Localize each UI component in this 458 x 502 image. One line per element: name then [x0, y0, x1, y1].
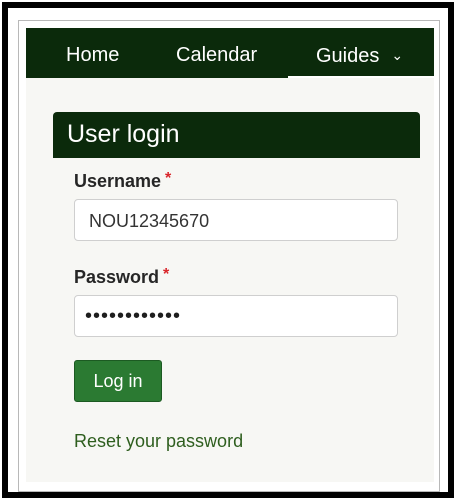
login-button[interactable]: Log in — [74, 360, 162, 402]
username-field[interactable]: NOU12345670 — [74, 199, 398, 241]
required-marker: * — [163, 266, 170, 283]
password-label: Password * — [74, 266, 169, 288]
username-value: NOU12345670 — [89, 211, 210, 231]
required-marker: * — [165, 170, 172, 187]
nav-home[interactable]: Home — [66, 28, 119, 78]
nav-calendar[interactable]: Calendar — [176, 28, 257, 78]
reset-password-link[interactable]: Reset your password — [74, 431, 243, 452]
password-masked-value: •••••••••••• — [85, 305, 182, 327]
username-label: Username * — [74, 170, 171, 192]
main-navigation: Home Calendar Guides ⌄ — [26, 28, 434, 78]
login-block-header: User login — [53, 112, 420, 158]
nav-guides-label: Guides — [316, 45, 380, 67]
chevron-down-icon: ⌄ — [391, 47, 404, 63]
nav-guides[interactable]: Guides ⌄ — [316, 28, 403, 78]
password-field[interactable]: •••••••••••• — [74, 295, 398, 337]
login-block-title: User login — [67, 120, 180, 148]
username-label-text: Username — [74, 171, 162, 191]
password-label-text: Password — [74, 267, 160, 287]
